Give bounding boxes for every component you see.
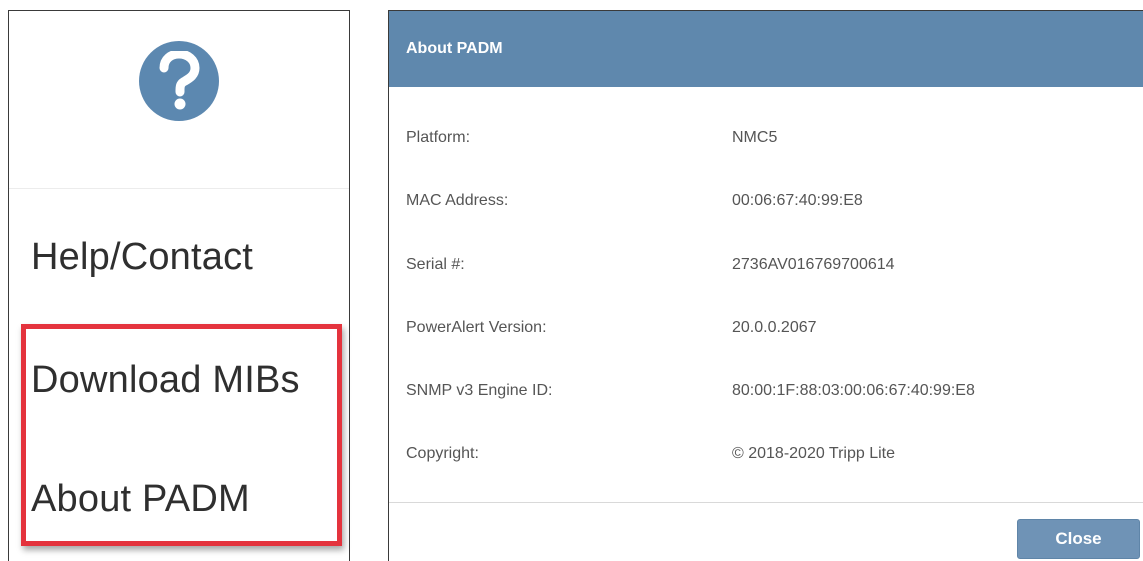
screenshot-root: Help/Contact Download MIBs About PADM Ab… — [0, 0, 1143, 561]
info-row-copyright: Copyright: © 2018-2020 Tripp Lite — [389, 445, 1143, 469]
info-value: 00:06:67:40:99:E8 — [732, 192, 863, 209]
info-label: MAC Address: — [406, 192, 509, 209]
question-mark-icon[interactable] — [139, 41, 219, 121]
close-button[interactable]: Close — [1017, 519, 1140, 559]
dialog-title: About PADM — [389, 11, 1143, 87]
menu-item-about-padm[interactable]: About PADM — [31, 478, 250, 521]
dialog-body: Platform: NMC5 MAC Address: 00:06:67:40:… — [389, 87, 1143, 503]
help-menu-panel: Help/Contact Download MIBs About PADM — [8, 10, 350, 561]
help-menu-header — [9, 11, 349, 189]
info-label: SNMP v3 Engine ID: — [406, 382, 553, 399]
info-row-snmp-engine-id: SNMP v3 Engine ID: 80:00:1F:88:03:00:06:… — [389, 382, 1143, 406]
info-row-serial: Serial #: 2736AV016769700614 — [389, 256, 1143, 280]
info-value: NMC5 — [732, 129, 778, 146]
info-value: 80:00:1F:88:03:00:06:67:40:99:E8 — [732, 382, 975, 399]
info-label: Serial #: — [406, 256, 465, 273]
info-row-poweralert-version: PowerAlert Version: 20.0.0.2067 — [389, 319, 1143, 343]
info-label: Platform: — [406, 129, 471, 146]
menu-item-download-mibs[interactable]: Download MIBs — [31, 359, 300, 402]
menu-item-help-contact[interactable]: Help/Contact — [31, 236, 253, 279]
info-value: © 2018-2020 Tripp Lite — [732, 445, 896, 462]
info-value: 20.0.0.2067 — [732, 319, 817, 336]
info-value: 2736AV016769700614 — [732, 256, 895, 273]
info-row-platform: Platform: NMC5 — [389, 129, 1143, 153]
info-label: Copyright: — [406, 445, 479, 462]
info-row-mac-address: MAC Address: 00:06:67:40:99:E8 — [389, 192, 1143, 216]
about-dialog: About PADM Platform: NMC5 MAC Address: 0… — [388, 10, 1143, 561]
info-label: PowerAlert Version: — [406, 319, 547, 336]
